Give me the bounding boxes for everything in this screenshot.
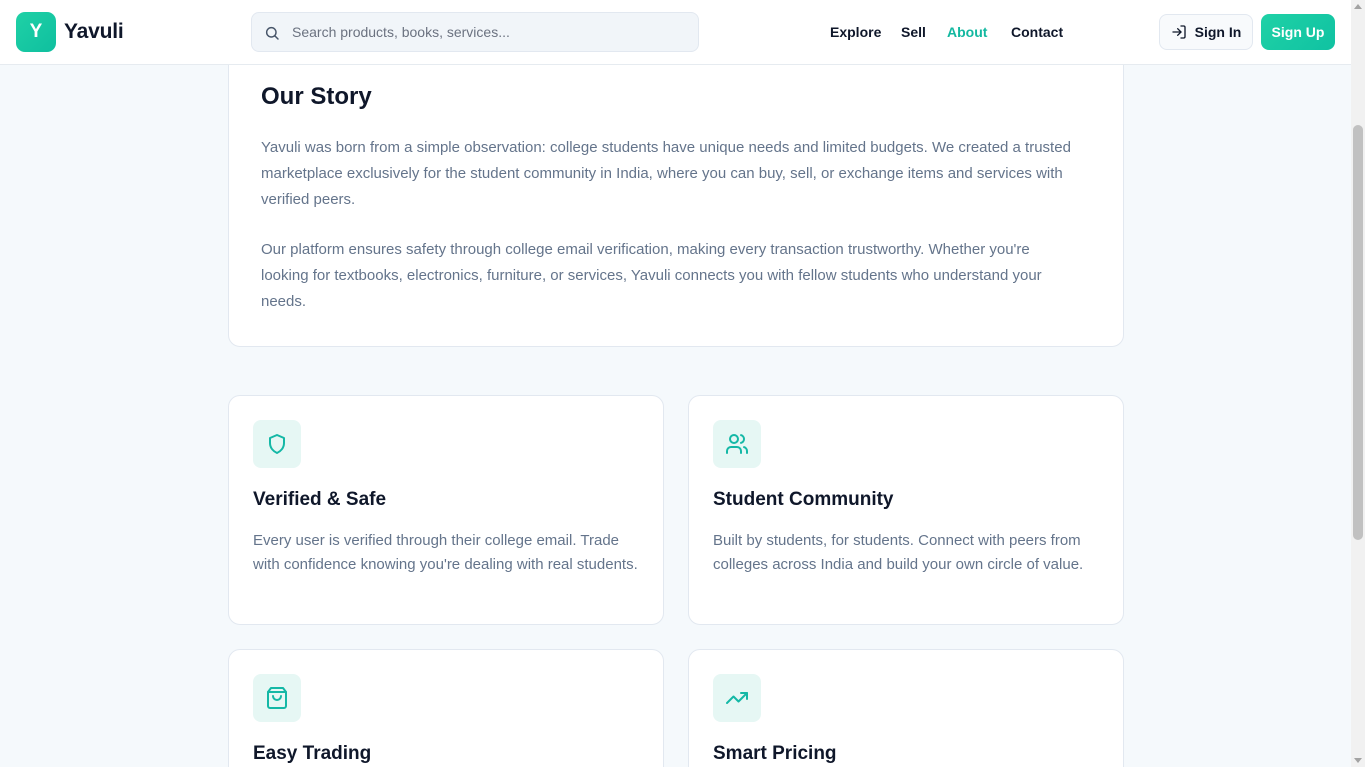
nav-sell[interactable]: Sell <box>901 24 926 40</box>
feature-card-community: Student Community Built by students, for… <box>688 395 1124 625</box>
feature-text: Every user is verified through their col… <box>253 532 638 573</box>
feature-card-trading: Easy Trading <box>228 649 664 767</box>
scroll-down-arrow-icon[interactable] <box>1354 758 1362 763</box>
feature-icon-box <box>253 674 301 722</box>
story-title: Our Story <box>261 83 372 110</box>
feature-card-verified: Verified & Safe Every user is verified t… <box>228 395 664 625</box>
scrollbar-thumb[interactable] <box>1353 125 1363 540</box>
nav-explore[interactable]: Explore <box>830 24 881 40</box>
trending-up-icon <box>726 692 748 704</box>
feature-icon-box <box>713 674 761 722</box>
sign-up-button[interactable]: Sign Up <box>1261 14 1335 50</box>
sign-in-button[interactable]: Sign In <box>1159 14 1253 50</box>
search-icon <box>265 26 279 40</box>
nav-contact[interactable]: Contact <box>1011 24 1063 40</box>
scroll-up-arrow-icon[interactable] <box>1354 4 1362 9</box>
nav-about[interactable]: About <box>947 24 987 40</box>
feature-title: Verified & Safe <box>253 489 387 510</box>
sign-in-label: Sign In <box>1194 24 1242 40</box>
feature-icon-box <box>253 420 301 468</box>
page-scrollbar[interactable] <box>1351 0 1365 767</box>
feature-title: Easy Trading <box>253 743 372 764</box>
feature-title: Student Community <box>713 489 894 510</box>
our-story-card: Our Story Yavuli was born from a simple … <box>228 40 1124 347</box>
feature-icon-box <box>713 420 761 468</box>
brand-name[interactable]: Yavuli <box>64 20 124 44</box>
top-navbar: Y Yavuli Explore Sell About Contact Sign… <box>0 0 1351 65</box>
shield-icon <box>269 434 285 454</box>
shopping-bag-icon <box>267 687 287 709</box>
users-icon <box>726 434 748 454</box>
feature-card-pricing: Smart Pricing <box>688 649 1124 767</box>
login-icon <box>1171 25 1186 39</box>
story-paragraph-1: Yavuli was born from a simple observatio… <box>261 139 1071 208</box>
story-paragraph-2: Our platform ensures safety through coll… <box>261 241 1042 310</box>
feature-text: Built by students, for students. Connect… <box>713 532 1084 573</box>
logo-icon[interactable]: Y <box>16 12 56 52</box>
search-bar <box>251 12 699 52</box>
search-input[interactable] <box>292 13 692 51</box>
sign-up-label: Sign Up <box>1271 24 1325 40</box>
feature-title: Smart Pricing <box>713 743 837 764</box>
